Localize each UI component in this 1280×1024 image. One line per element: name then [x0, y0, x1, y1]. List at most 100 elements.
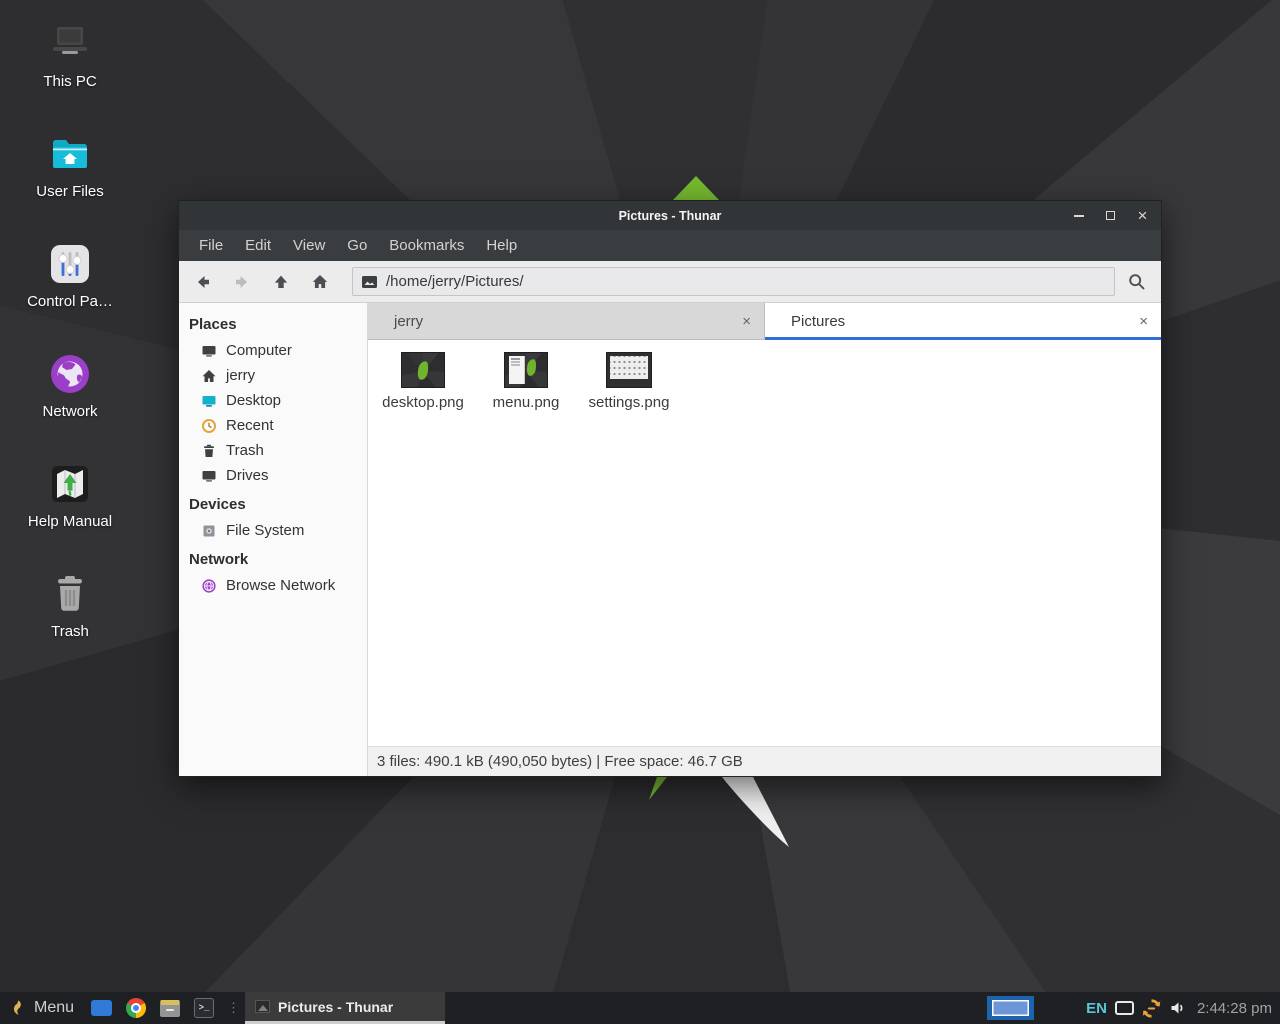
tab-bar: jerry × Pictures ×: [368, 303, 1161, 340]
sidebar-item-drives[interactable]: Drives: [179, 463, 367, 488]
tasklist-handle[interactable]: ⋮: [227, 1000, 240, 1016]
statusbar: 3 files: 490.1 kB (490,050 bytes) | Free…: [368, 746, 1161, 776]
chrome-launcher[interactable]: [126, 998, 146, 1018]
sidebar-item-label: Desktop: [226, 392, 281, 409]
statusbar-text: 3 files: 490.1 kB (490,050 bytes) | Free…: [377, 753, 743, 770]
file-menu-png[interactable]: menu.png: [477, 352, 575, 411]
trash-icon: [201, 443, 217, 459]
maximize-button[interactable]: [1102, 207, 1119, 224]
map-icon: [46, 460, 94, 508]
desktop-icon-label: User Files: [36, 183, 104, 200]
sidebar-header-devices: Devices: [179, 488, 367, 518]
menu-edit[interactable]: Edit: [234, 230, 282, 261]
search-icon: [1127, 272, 1147, 292]
clock-icon: [201, 418, 217, 434]
window-title: Pictures - Thunar: [179, 201, 1161, 230]
volume-tray-icon[interactable]: [1169, 999, 1187, 1017]
thunar-window: Pictures - Thunar × File Edit View Go Bo…: [178, 200, 1162, 777]
tab-close-icon[interactable]: ×: [742, 314, 751, 329]
computer-icon: [201, 343, 217, 359]
harddisk-icon: [201, 523, 217, 539]
desktop-icon-label: Trash: [51, 623, 89, 640]
desktop-icon-network[interactable]: Network: [10, 350, 130, 420]
keyboard-layout-indicator[interactable]: EN: [1086, 1000, 1107, 1017]
image-thumbnail: [606, 352, 652, 388]
image-thumbnail: [504, 352, 548, 388]
desktop-icon-control-panel[interactable]: Control Pa…: [10, 240, 130, 310]
file-view[interactable]: desktop.png menu.png settings.png: [368, 340, 1161, 746]
terminal-launcher[interactable]: >_: [194, 998, 214, 1018]
sidebar-item-recent[interactable]: Recent: [179, 413, 367, 438]
workspace-pager[interactable]: [987, 996, 1034, 1020]
file-name: desktop.png: [382, 394, 464, 411]
home-icon: [311, 273, 329, 291]
sidebar-item-label: File System: [226, 522, 304, 539]
sidebar-item-jerry[interactable]: jerry: [179, 363, 367, 388]
path-field[interactable]: /home/jerry/Pictures/: [352, 267, 1115, 296]
file-manager-launcher[interactable]: [160, 1000, 180, 1017]
sidebar-item-label: Trash: [226, 442, 264, 459]
desktop-icon-user-files[interactable]: User Files: [10, 130, 130, 200]
menu-help[interactable]: Help: [475, 230, 528, 261]
desktop-icon-label: This PC: [43, 73, 96, 90]
show-desktop-launcher[interactable]: [91, 1000, 112, 1016]
tab-pictures[interactable]: Pictures ×: [765, 303, 1161, 340]
back-button[interactable]: [183, 267, 222, 297]
sidebar-item-browse-network[interactable]: Browse Network: [179, 573, 367, 598]
clock[interactable]: 2:44:28 pm: [1197, 1000, 1272, 1017]
tab-label: jerry: [394, 313, 423, 330]
sidebar-item-desktop[interactable]: Desktop: [179, 388, 367, 413]
close-button[interactable]: ×: [1134, 207, 1151, 224]
menu-view[interactable]: View: [282, 230, 336, 261]
sidebar-header-places: Places: [179, 308, 367, 338]
up-button[interactable]: [261, 267, 300, 297]
updates-tray-icon[interactable]: [1141, 998, 1162, 1019]
tab-jerry[interactable]: jerry ×: [368, 303, 765, 340]
terminal-icon: >_: [194, 998, 214, 1018]
search-button[interactable]: [1117, 267, 1157, 297]
desktop-icon-label: Network: [42, 403, 97, 420]
sidebar-item-label: Recent: [226, 417, 274, 434]
menu-label: Menu: [34, 999, 74, 1017]
window-titlebar[interactable]: Pictures - Thunar ×: [179, 201, 1161, 230]
menu-file[interactable]: File: [188, 230, 234, 261]
sidebar-item-computer[interactable]: Computer: [179, 338, 367, 363]
sliders-icon: [46, 240, 94, 288]
forward-button[interactable]: [222, 267, 261, 297]
applications-menu-button[interactable]: Menu: [0, 992, 84, 1024]
side-pane: Places Computer jerry Desktop Recent Tra…: [179, 303, 368, 776]
back-icon: [194, 273, 212, 291]
task-button-thunar[interactable]: Pictures - Thunar: [245, 992, 445, 1024]
desktop-icon-column: This PC User Files Control Pa… Network H…: [10, 20, 130, 640]
minimize-button[interactable]: [1070, 207, 1087, 224]
taskbar: Menu >_ ⋮ Pictures - Thunar EN 2:44:28 p…: [0, 992, 1280, 1024]
image-file-icon: [362, 276, 377, 288]
image-window-icon: [255, 1000, 270, 1013]
sidebar-item-trash[interactable]: Trash: [179, 438, 367, 463]
network-globe-icon: [201, 578, 217, 594]
desktop-icon-label: Control Pa…: [27, 293, 113, 310]
distro-logo-icon: [8, 998, 26, 1018]
file-desktop-png[interactable]: desktop.png: [374, 352, 472, 411]
laptop-icon: [46, 20, 94, 68]
sidebar-item-label: Drives: [226, 467, 269, 484]
desktop-icon-help-manual[interactable]: Help Manual: [10, 460, 130, 530]
file-settings-png[interactable]: settings.png: [580, 352, 678, 411]
window-icon: [91, 1000, 112, 1016]
tab-close-icon[interactable]: ×: [1139, 314, 1148, 329]
sidebar-item-file-system[interactable]: File System: [179, 518, 367, 543]
keyboard-icon[interactable]: [1115, 1001, 1134, 1015]
desktop-icon-this-pc[interactable]: This PC: [10, 20, 130, 90]
sidebar-item-label: Computer: [226, 342, 292, 359]
menu-go[interactable]: Go: [336, 230, 378, 261]
globe-icon: [46, 350, 94, 398]
sidebar-header-network: Network: [179, 543, 367, 573]
desktop-icon-trash[interactable]: Trash: [10, 570, 130, 640]
up-icon: [272, 273, 290, 291]
home-button[interactable]: [300, 267, 339, 297]
toolbar: /home/jerry/Pictures/: [179, 261, 1161, 303]
image-thumbnail: [401, 352, 445, 388]
workspace-1: [992, 1000, 1029, 1016]
desktop-icon-label: Help Manual: [28, 513, 112, 530]
menu-bookmarks[interactable]: Bookmarks: [378, 230, 475, 261]
